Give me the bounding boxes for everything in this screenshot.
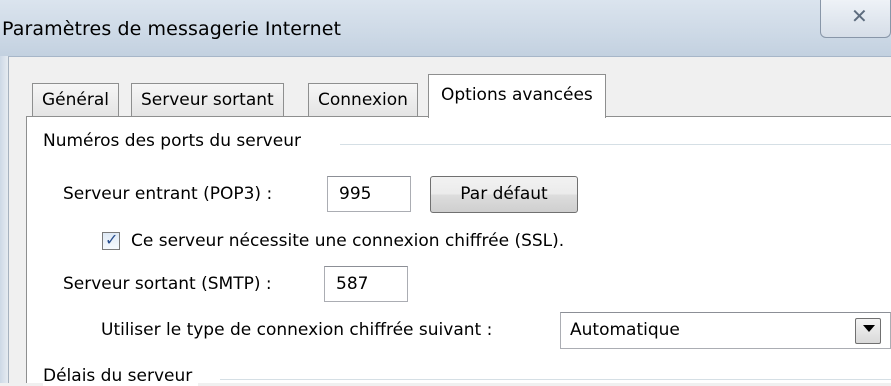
ssl-checkbox-label: Ce serveur nécessite une connexion chiff… [131,231,565,251]
close-icon: ✕ [851,4,868,28]
timeouts-group-title: Délais du serveur [43,366,199,386]
dropdown-arrow-button[interactable] [855,318,881,344]
outgoing-port-field[interactable]: 587 [324,266,408,302]
ports-group-divider [340,144,891,145]
timeouts-group-divider [220,379,891,380]
window-title: Paramètres de messagerie Internet [2,18,342,40]
ports-group-title: Numéros des ports du serveur [43,131,307,151]
tab-advanced-options[interactable]: Options avancées [428,74,606,118]
tab-connection[interactable]: Connexion [308,83,418,116]
default-button[interactable]: Par défaut [430,176,578,213]
tab-outgoing-server[interactable]: Serveur sortant [131,83,284,116]
close-button[interactable]: ✕ [820,0,891,38]
encryption-type-select[interactable]: Automatique [560,312,891,349]
chevron-down-icon [863,325,875,332]
title-bar: Paramètres de messagerie Internet ✕ [0,0,891,57]
outgoing-port-label: Serveur sortant (SMTP) : [63,274,272,294]
tab-general[interactable]: Général [32,83,119,116]
incoming-port-label: Serveur entrant (POP3) : [63,184,273,204]
ssl-checkbox[interactable]: ✓ [102,230,120,250]
checkmark-icon: ✓ [105,230,119,249]
incoming-port-field[interactable]: 995 [327,176,411,212]
encryption-type-value: Automatique [570,320,680,340]
window-left-edge [0,56,9,383]
encryption-type-label: Utiliser le type de connexion chiffrée s… [101,320,493,340]
